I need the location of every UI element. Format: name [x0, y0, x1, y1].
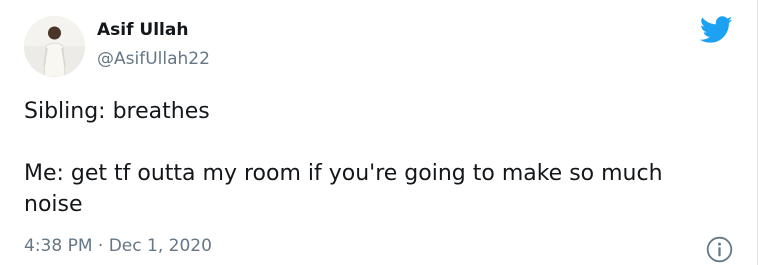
timestamp-separator: ·: [97, 236, 104, 256]
tweet-timestamp[interactable]: 4:38 PM · Dec 1, 2020: [24, 236, 212, 256]
twitter-bird-icon[interactable]: [700, 16, 733, 44]
tweet-card: Asif Ullah @AsifUllah22 Sibling: breathe…: [0, 0, 758, 265]
author-handle[interactable]: @AsifUllah22: [97, 49, 210, 69]
author-display-name[interactable]: Asif Ullah: [97, 20, 188, 40]
tweet-text: Sibling: breathes Me: get tf outta my ro…: [24, 96, 724, 220]
tweet-text-line-1: Sibling: breathes: [24, 99, 210, 124]
avatar-photo: [24, 16, 85, 77]
avatar[interactable]: [24, 16, 85, 77]
tweet-text-line-2: Me: get tf outta my room if you're going…: [24, 161, 663, 217]
info-icon[interactable]: [706, 236, 733, 263]
tweet-time: 4:38 PM: [24, 236, 93, 256]
tweet-date: Dec 1, 2020: [108, 236, 212, 256]
